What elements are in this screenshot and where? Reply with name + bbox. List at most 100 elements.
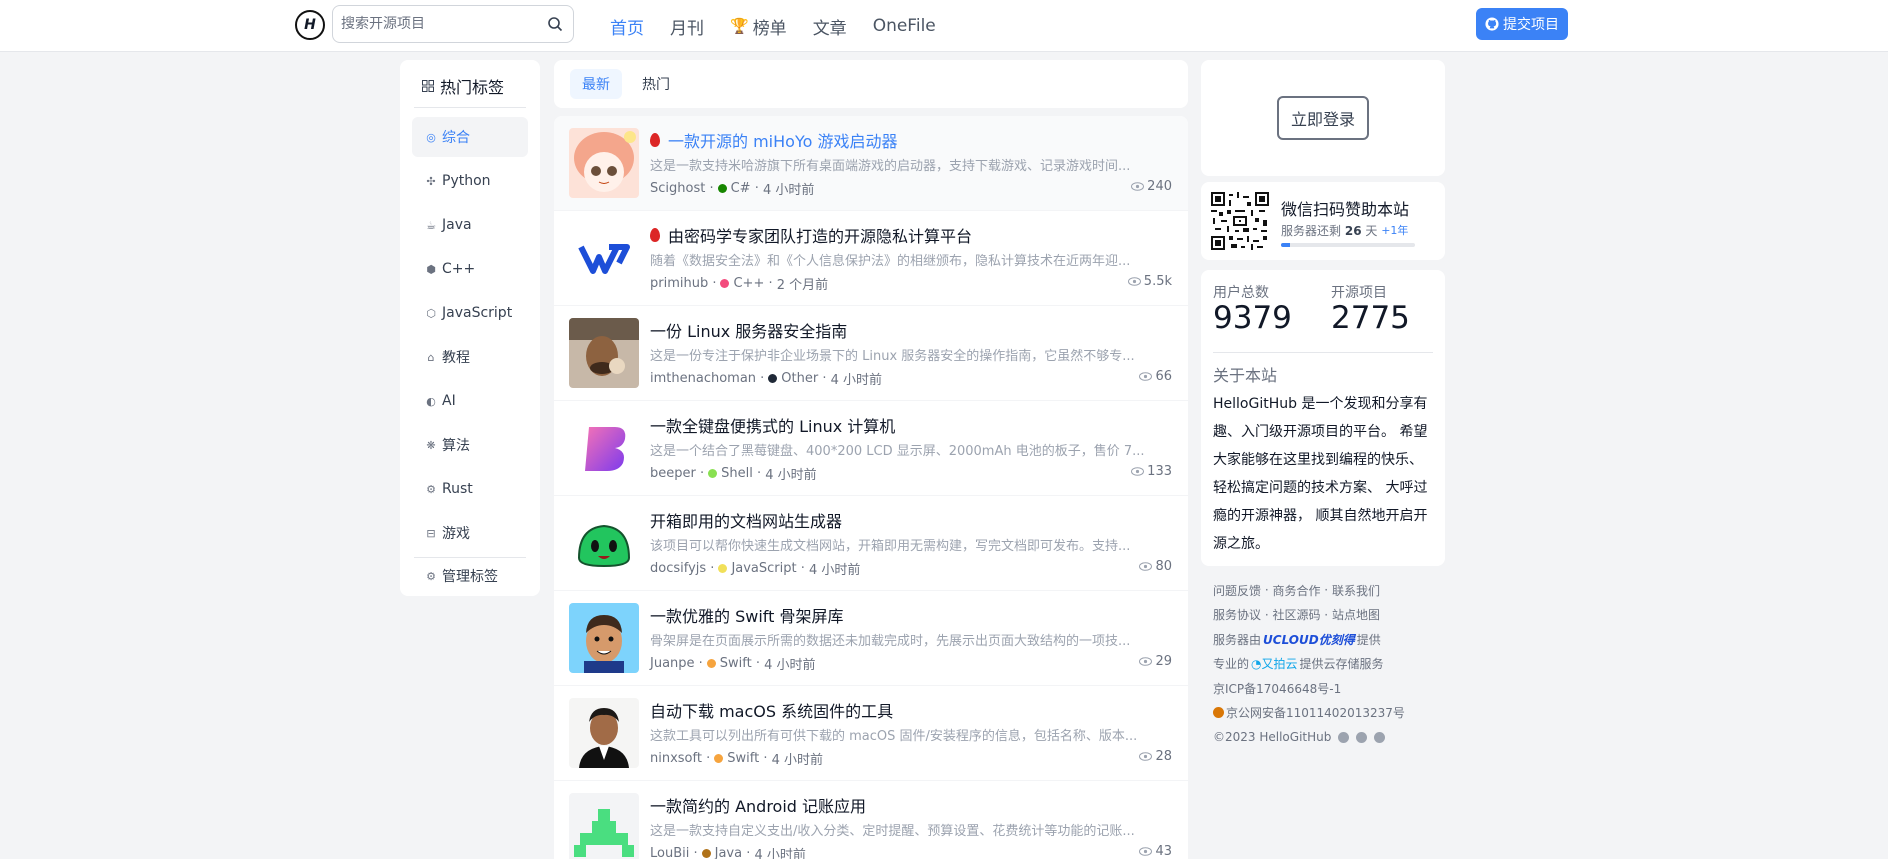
tab-latest-label: 最新 bbox=[582, 77, 610, 93]
tab-hot[interactable]: 热门 bbox=[630, 69, 682, 99]
project-author[interactable]: imthenachoman bbox=[650, 371, 756, 386]
footer-link-sitemap[interactable]: 站点地图 bbox=[1332, 606, 1380, 623]
project-meta: LouBii · Java · 4 小时前 bbox=[650, 844, 806, 859]
footer-icp[interactable]: 京ICP备17046648号-1 bbox=[1213, 680, 1341, 697]
project-avatar bbox=[569, 793, 639, 859]
footer-police-record[interactable]: 京公网安备11011402013237号 bbox=[1226, 704, 1405, 721]
footer-link-contact[interactable]: 联系我们 bbox=[1332, 582, 1380, 599]
project-author[interactable]: ninxsoft bbox=[650, 751, 702, 766]
project-item[interactable]: 由密码学专家团队打造的开源隐私计算平台 随着《数据安全法》和《个人信息保护法》的… bbox=[554, 211, 1188, 306]
login-button[interactable]: 立即登录 bbox=[1277, 96, 1369, 140]
tag-general[interactable]: ◎ 综合 bbox=[412, 117, 528, 157]
tag-label: 算法 bbox=[442, 438, 470, 454]
views-count: 28 bbox=[1155, 749, 1172, 764]
project-title[interactable]: 一款开源的 miHoYo 游戏启动器 bbox=[650, 128, 1170, 152]
project-time: 4 小时前 bbox=[771, 753, 823, 768]
manage-tags-button[interactable]: ⚙ 管理标签 bbox=[412, 556, 528, 596]
project-title[interactable]: 一款优雅的 Swift 骨架屏库 bbox=[650, 603, 1170, 627]
footer-link-business[interactable]: 商务合作 bbox=[1272, 582, 1320, 599]
project-item[interactable]: 一款全键盘便携式的 Linux 计算机 这是一个结合了黑莓键盘、400*200 … bbox=[554, 401, 1188, 496]
project-description: 这款工具可以列出所有可供下载的 macOS 固件/安装程序的信息，包括名称、版本… bbox=[650, 729, 1138, 744]
eye-icon bbox=[1139, 847, 1153, 856]
project-language: Java bbox=[714, 846, 743, 859]
sort-tabs: 最新 热门 bbox=[554, 60, 1188, 108]
upyun-logo[interactable]: ◔又拍云 bbox=[1251, 655, 1298, 672]
project-item[interactable]: 一款开源的 miHoYo 游戏启动器 这是一款支持米哈游旗下所有桌面端游戏的启动… bbox=[554, 116, 1188, 211]
project-item[interactable]: 开箱即用的文档网站生成器 该项目可以帮你快速生成文档网站，开箱即用无需构建，写完… bbox=[554, 496, 1188, 591]
plus-one-year-badge: +1年 bbox=[1381, 224, 1409, 237]
rss-icon[interactable] bbox=[1374, 731, 1386, 743]
project-author[interactable]: Juanpe bbox=[650, 656, 695, 671]
search-input[interactable] bbox=[333, 6, 533, 42]
project-avatar bbox=[569, 128, 639, 198]
tab-latest[interactable]: 最新 bbox=[570, 69, 622, 99]
search-icon[interactable] bbox=[547, 16, 563, 32]
project-title[interactable]: 自动下载 macOS 系统固件的工具 bbox=[650, 698, 1170, 722]
wechat-icon[interactable] bbox=[1338, 731, 1350, 743]
nav-ranking[interactable]: 🏆 榜单 bbox=[730, 14, 787, 39]
footer-link-feedback[interactable]: 问题反馈 bbox=[1213, 582, 1261, 599]
tag-ai[interactable]: ◐ AI bbox=[412, 381, 528, 421]
project-item[interactable]: 一款简约的 Android 记账应用 这是一款支持自定义支出/收入分类、定时提醒… bbox=[554, 781, 1188, 859]
project-time: 4 小时前 bbox=[754, 848, 806, 859]
tag-tutorial[interactable]: ⌂ 教程 bbox=[412, 337, 528, 377]
tag-label: Python bbox=[442, 173, 491, 189]
search-box bbox=[332, 5, 574, 43]
project-item[interactable]: 自动下载 macOS 系统固件的工具 这款工具可以列出所有可供下载的 macOS… bbox=[554, 686, 1188, 781]
nav-articles[interactable]: 文章 bbox=[813, 14, 847, 39]
tag-rust[interactable]: ⚙ Rust bbox=[412, 469, 528, 509]
footer-link-terms[interactable]: 服务协议 bbox=[1213, 606, 1261, 623]
tag-java[interactable]: ☕ Java bbox=[412, 205, 528, 245]
project-title[interactable]: 由密码学专家团队打造的开源隐私计算平台 bbox=[650, 223, 1170, 247]
project-views: 240 bbox=[1131, 179, 1172, 194]
project-language: Shell bbox=[721, 466, 753, 481]
project-views: 28 bbox=[1139, 749, 1172, 764]
server-days-value: 26 bbox=[1344, 224, 1362, 238]
project-author[interactable]: beeper bbox=[650, 466, 696, 481]
project-title[interactable]: 一款全键盘便携式的 Linux 计算机 bbox=[650, 413, 1170, 437]
tag-cpp[interactable]: ⬢ C++ bbox=[412, 249, 528, 289]
login-card: 立即登录 bbox=[1201, 60, 1445, 176]
footer-link-source[interactable]: 社区源码 bbox=[1272, 606, 1320, 623]
hot-tags-title-text: 热门标签 bbox=[440, 78, 505, 97]
github-icon bbox=[1485, 17, 1499, 31]
ucloud-logo[interactable]: UCLOUD优刻得 bbox=[1263, 631, 1355, 648]
server-days-suffix: 天 bbox=[1365, 224, 1378, 238]
project-title[interactable]: 一份 Linux 服务器安全指南 bbox=[650, 318, 1170, 342]
project-title[interactable]: 开箱即用的文档网站生成器 bbox=[650, 508, 1170, 532]
tag-game[interactable]: ⊟ 游戏 bbox=[412, 513, 528, 553]
project-meta: imthenachoman · Other · 4 小时前 bbox=[650, 371, 883, 388]
tag-javascript[interactable]: ⬡ JavaScript bbox=[412, 293, 528, 333]
project-item[interactable]: 一份 Linux 服务器安全指南 这是一份专注于保护非企业场景下的 Linux … bbox=[554, 306, 1188, 401]
site-stats-card: 用户总数 9379 开源项目 2775 关于本站 HelloGitHub 是一个… bbox=[1201, 270, 1445, 566]
project-language: C++ bbox=[733, 276, 765, 291]
footer-row: 京ICP备17046648号-1 bbox=[1213, 676, 1453, 701]
project-author[interactable]: Scighost bbox=[650, 181, 705, 196]
footer-server-suffix: 提供 bbox=[1356, 632, 1381, 647]
footer-storage-prefix: 专业的 bbox=[1213, 657, 1250, 672]
submit-project-button[interactable]: 提交项目 bbox=[1476, 8, 1568, 40]
project-author[interactable]: primihub bbox=[650, 276, 708, 291]
tab-hot-label: 热门 bbox=[642, 77, 670, 93]
tag-algorithm[interactable]: ❋ 算法 bbox=[412, 425, 528, 465]
project-title[interactable]: 一款简约的 Android 记账应用 bbox=[650, 793, 1170, 817]
nav-onefile[interactable]: OneFile bbox=[873, 16, 936, 36]
nav-monthly[interactable]: 月刊 bbox=[670, 14, 704, 39]
javascript-icon: ⬡ bbox=[426, 306, 436, 320]
eye-icon bbox=[1139, 372, 1153, 381]
project-item[interactable]: 一款优雅的 Swift 骨架屏库 骨架屏是在页面展示所需的数据还未加载完成时，先… bbox=[554, 591, 1188, 686]
project-meta: primihub · C++ · 2 个月前 bbox=[650, 276, 829, 293]
project-avatar bbox=[569, 318, 639, 388]
project-meta: Scighost · C# · 4 小时前 bbox=[650, 181, 815, 198]
tag-python[interactable]: ✣ Python bbox=[412, 161, 528, 201]
project-views: 133 bbox=[1131, 464, 1172, 479]
project-time: 4 小时前 bbox=[762, 183, 815, 198]
project-author[interactable]: LouBii bbox=[650, 846, 689, 859]
project-author[interactable]: docsifyjs bbox=[650, 561, 706, 576]
nav-home[interactable]: 首页 bbox=[610, 14, 644, 39]
footer-row: 问题反馈 · 商务合作 · 联系我们 bbox=[1213, 582, 1380, 599]
hellogithub-logo[interactable]: H bbox=[295, 10, 325, 40]
weibo-icon[interactable] bbox=[1356, 731, 1368, 743]
top-header: H 首页 月刊 🏆榜单 文章 OneFile 提交项目 bbox=[0, 0, 1888, 52]
project-meta: docsifyjs · JavaScript · 4 小时前 bbox=[650, 561, 861, 578]
